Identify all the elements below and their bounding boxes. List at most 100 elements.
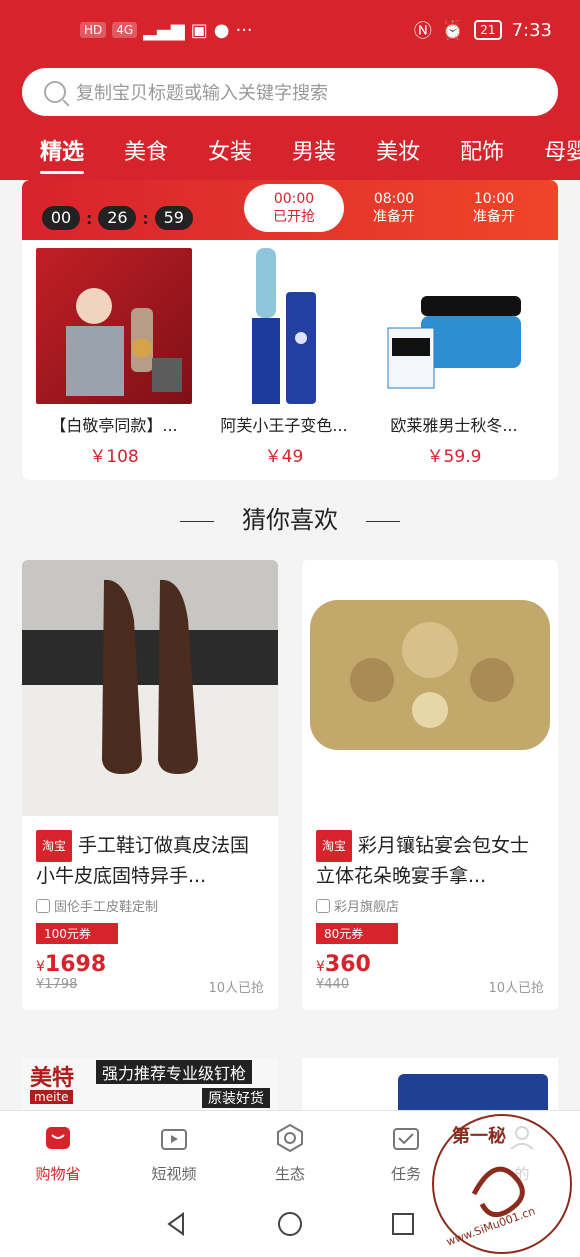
tab-peishi[interactable]: 配饰 xyxy=(420,134,504,166)
slot-status: 准备开 xyxy=(373,209,415,225)
shopping-bag-icon xyxy=(46,1127,70,1149)
hd-indicator: HD xyxy=(80,22,107,38)
slot-time: 10:00 xyxy=(473,191,515,207)
timer-minutes: 26 xyxy=(98,206,137,230)
meta-row: ¥440 10人已抢 xyxy=(316,977,544,1010)
product-title: 淘宝 手工鞋订做真皮法国小牛皮底固特异手... xyxy=(36,830,264,890)
product-image-shoes xyxy=(22,560,278,816)
slogan2-text: 原装好货 xyxy=(202,1088,270,1108)
taobao-badge: 淘宝 xyxy=(316,830,353,862)
sold-count: 10人已抢 xyxy=(208,981,264,996)
timer-separator: : xyxy=(86,208,93,228)
product-title: 淘宝 彩月镶钻宴会包女士立体花朵晚宴手拿... xyxy=(316,830,544,890)
current-price: 360 xyxy=(324,952,371,977)
slot-status: 已开抢 xyxy=(273,209,315,225)
shop-icon xyxy=(36,898,50,913)
countdown-timer: 00 : 26 : 59 xyxy=(42,206,193,230)
more-notifications-icon: ··· xyxy=(235,19,253,41)
shop-icon xyxy=(316,898,330,913)
divider-line xyxy=(180,520,215,522)
original-price: ¥1798 xyxy=(36,977,78,992)
slot-status: 准备开 xyxy=(473,209,515,225)
inbox-icon xyxy=(393,1128,419,1150)
clock: 7:33 xyxy=(511,19,552,41)
nav-gouwusheng[interactable]: 购物省 xyxy=(0,1111,116,1190)
tab-jingxuan[interactable]: 精选 xyxy=(0,134,85,174)
battery-icon: 21 xyxy=(474,20,502,40)
brand-en-text: meite xyxy=(30,1090,73,1104)
search-icon xyxy=(44,81,66,103)
shop-name: 彩月旗舰店 xyxy=(316,896,544,915)
flash-item-name: 阿芙小王子变色... xyxy=(220,416,348,435)
tab-meishi[interactable]: 美食 xyxy=(84,134,168,166)
flash-sale-card: 00 : 26 : 59 00:00 已开抢 08:00 准备开 10:00 准… xyxy=(22,180,558,480)
back-icon[interactable] xyxy=(163,1210,191,1238)
flash-item[interactable]: 欧莱雅男士秋冬... ￥59.9 xyxy=(376,248,532,467)
flash-item[interactable]: 阿芙小王子变色... ￥49 xyxy=(206,248,362,467)
nav-shortvideo[interactable]: 短视频 xyxy=(116,1111,232,1190)
tab-nvzhuang[interactable]: 女装 xyxy=(168,134,252,166)
status-bar: HD 4G ▂▄▆ ▣ ● ··· Ⓝ ⏰ 21 7:33 xyxy=(0,0,580,60)
product-image-cream xyxy=(376,248,532,404)
flash-sale-header: 00 : 26 : 59 00:00 已开抢 08:00 准备开 10:00 准… xyxy=(22,180,558,240)
timer-seconds: 59 xyxy=(154,206,193,230)
meta-row: ¥1798 10人已抢 xyxy=(36,977,264,1010)
slot-time: 00:00 xyxy=(273,191,315,207)
recent-apps-icon[interactable] xyxy=(389,1210,417,1238)
price-row: ¥ 360 xyxy=(316,952,544,977)
header: 复制宝贝标题或输入关键字搜索 精选 美食 女装 男装 美妆 配饰 母婴 xyxy=(0,60,580,180)
timer-hours: 00 xyxy=(42,206,80,230)
partial-product-card[interactable]: 美特 meite 强力推荐专业级钉枪 原装好货 xyxy=(22,1058,278,1118)
taobao-badge: 淘宝 xyxy=(36,830,73,862)
tab-muying[interactable]: 母婴 xyxy=(504,134,580,166)
flash-item-price: ￥59.9 xyxy=(426,447,482,467)
flash-sale-items: 【白敬亭同款】... ￥108 阿芙小王子变色... ￥49 欧莱雅男士秋冬..… xyxy=(22,240,558,475)
coupon-badge: 80元券 xyxy=(316,923,398,944)
category-tabs: 精选 美食 女装 男装 美妆 配饰 母婴 xyxy=(0,128,580,174)
partial-product-card[interactable] xyxy=(302,1058,558,1118)
price-row: ¥ 1698 xyxy=(36,952,264,977)
search-placeholder: 复制宝贝标题或输入关键字搜索 xyxy=(76,83,328,104)
product-image-foundation xyxy=(36,248,192,404)
section-title: 猜你喜欢 xyxy=(242,506,338,534)
shop-name-text: 固伦手工皮鞋定制 xyxy=(54,900,159,915)
product-image-clutch xyxy=(302,560,558,816)
nfc-icon: Ⓝ xyxy=(413,21,432,42)
time-slots: 00:00 已开抢 08:00 准备开 10:00 准备开 xyxy=(244,180,544,236)
original-price: ¥440 xyxy=(316,977,350,992)
nav-label: 生态 xyxy=(274,1165,305,1183)
slot-0800[interactable]: 08:00 准备开 xyxy=(344,190,444,226)
nav-label: 购物省 xyxy=(35,1165,81,1183)
hexagon-icon xyxy=(277,1123,303,1153)
slot-time: 08:00 xyxy=(373,191,415,207)
flash-item-name: 欧莱雅男士秋冬... xyxy=(390,416,518,435)
coupon-badge: 100元券 xyxy=(36,923,118,944)
slot-1000[interactable]: 10:00 准备开 xyxy=(444,190,544,226)
home-icon[interactable] xyxy=(276,1210,304,1238)
product-card[interactable]: 淘宝 彩月镶钻宴会包女士立体花朵晚宴手拿... 彩月旗舰店 80元券 ¥ 360 … xyxy=(302,560,558,1010)
currency: ¥ xyxy=(36,959,45,975)
app-notification-icon: ▣ xyxy=(190,19,208,41)
timer-separator: : xyxy=(142,208,149,228)
nav-label: 短视频 xyxy=(151,1165,197,1183)
shop-name-text: 彩月旗舰店 xyxy=(334,900,400,915)
signal-icon: ▂▄▆ xyxy=(143,19,185,41)
slot-0000[interactable]: 00:00 已开抢 xyxy=(244,184,344,232)
currency: ¥ xyxy=(316,959,325,975)
flash-item[interactable]: 【白敬亭同款】... ￥108 xyxy=(36,248,192,467)
nav-ecosystem[interactable]: 生态 xyxy=(232,1111,348,1190)
slogan-text: 强力推荐专业级钉枪 xyxy=(96,1060,253,1084)
product-card[interactable]: 淘宝 手工鞋订做真皮法国小牛皮底固特异手... 固伦手工皮鞋定制 100元券 ¥ … xyxy=(22,560,278,1010)
product-image-lipstick xyxy=(206,248,362,404)
tab-meizhuang[interactable]: 美妆 xyxy=(336,134,420,166)
search-bar[interactable]: 复制宝贝标题或输入关键字搜索 xyxy=(22,68,558,116)
tv-icon xyxy=(161,1129,187,1150)
network-indicator: 4G xyxy=(112,22,138,38)
flash-item-name: 【白敬亭同款】... xyxy=(50,416,178,435)
flash-item-price: ￥108 xyxy=(89,447,139,467)
flash-item-price: ￥49 xyxy=(264,447,304,467)
tab-nanzhuang[interactable]: 男装 xyxy=(252,134,336,166)
guess-you-like-header: 猜你喜欢 xyxy=(0,500,580,535)
watermark-seal: 第一秘 www.SiMu001.cn xyxy=(432,1114,572,1254)
shop-name: 固伦手工皮鞋定制 xyxy=(36,896,264,915)
